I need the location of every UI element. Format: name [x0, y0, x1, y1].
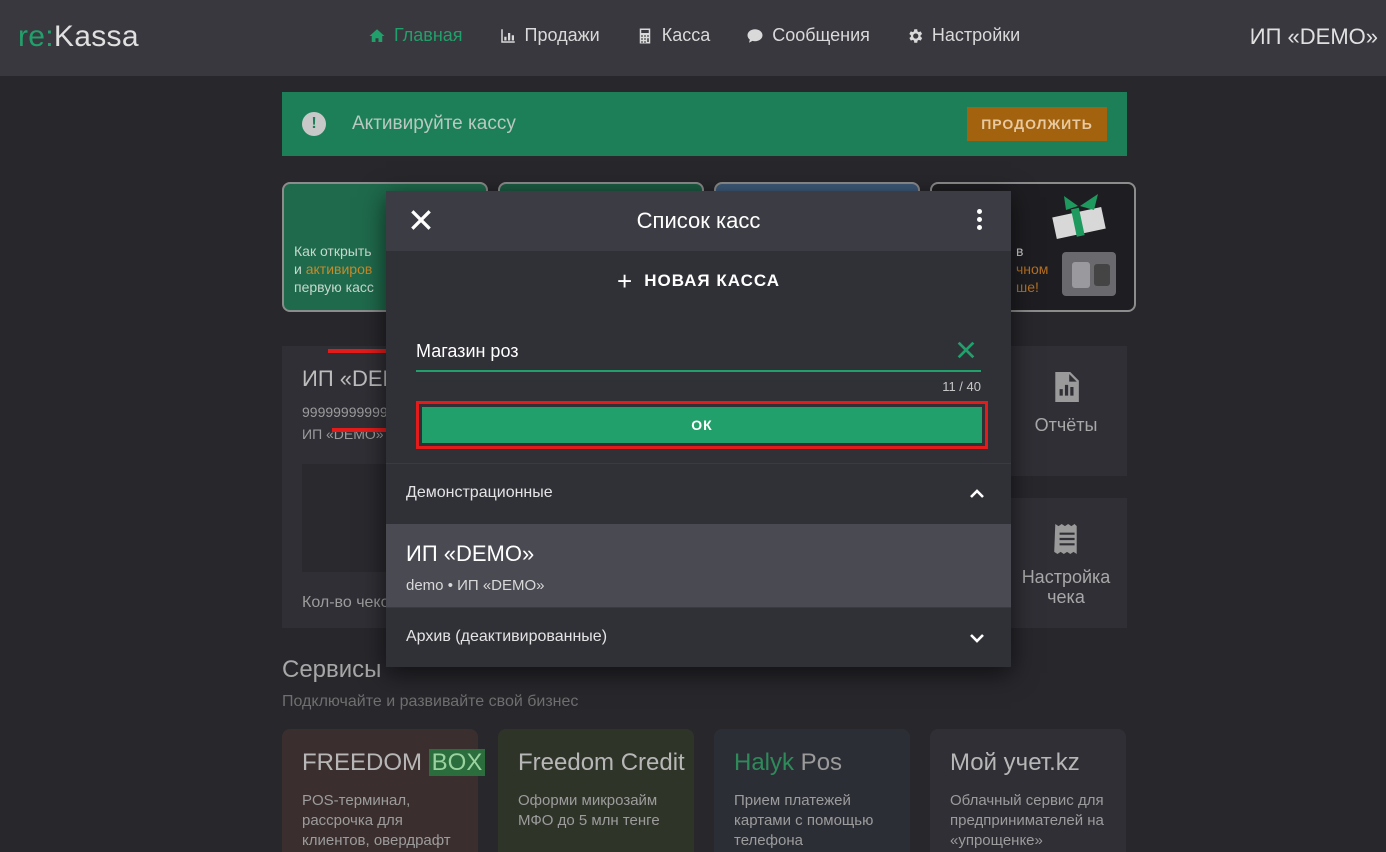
char-counter: 11 / 40: [942, 379, 981, 394]
report-document-icon: [1055, 372, 1079, 402]
plus-icon: +: [617, 266, 633, 296]
service-name: Halyk Pos: [734, 749, 843, 776]
org-id: 99999999999: [302, 404, 388, 420]
service-desc: Оформи микрозайм МФО до 5 млн тенге: [518, 792, 660, 829]
nav-item-settings[interactable]: Настройки: [906, 25, 1020, 46]
sales-chart-icon: [500, 28, 515, 43]
gear-icon: [909, 28, 923, 43]
ok-button-highlight: ОК: [416, 401, 988, 449]
services-title: Сервисы: [282, 656, 382, 683]
service-card-freedom-box[interactable]: FREEDOM BOX POS-терминал, рассрочка для …: [282, 729, 486, 852]
annotation-arrow-ok: [332, 422, 402, 438]
chevron-down-icon: [970, 634, 984, 643]
service-card-freedom-credit[interactable]: Freedom Credit Оформи микрозайм МФО до 5…: [498, 729, 694, 852]
nav-item-sales[interactable]: Продажи: [499, 25, 600, 46]
kassa-name-input[interactable]: [416, 337, 936, 365]
dialog-header: Список касс: [386, 191, 1011, 251]
service-name: Freedom Credit: [518, 749, 685, 776]
app-logo[interactable]: re:Kassa: [18, 20, 139, 54]
dialog-title: Список касс: [636, 208, 761, 233]
chat-icon: [747, 28, 763, 43]
nav-item-kassa[interactable]: Касса: [636, 25, 710, 46]
home-icon: [369, 28, 385, 42]
kassa-item-sub: demo • ИП «DEMO»: [406, 577, 545, 594]
nav-item-messages[interactable]: Сообщения: [746, 25, 870, 46]
service-name: Мой учет.kz: [950, 749, 1080, 776]
service-desc: Облачный сервис для предпринимателей на …: [950, 792, 1104, 849]
receipt-icon: [1054, 524, 1077, 554]
activation-banner: ! Активируйте кассу ПРОДОЛЖИТЬ: [282, 92, 1127, 156]
promo-card-text: Как открыть и активиров первую касс: [294, 243, 374, 295]
service-card-moi-uchet[interactable]: Мой учет.kz Облачный сервис для предприн…: [930, 729, 1126, 852]
kassa-list-item[interactable]: ИП «DEMO» demo • ИП «DEMO»: [386, 524, 1011, 607]
more-menu-icon[interactable]: [977, 209, 983, 233]
new-kassa-button[interactable]: + НОВАЯ КАССА: [386, 251, 1011, 311]
service-card-halyk-pos[interactable]: Halyk Pos Прием платежей картами с помощ…: [714, 729, 910, 852]
continue-button[interactable]: ПРОДОЛЖИТЬ: [967, 107, 1107, 141]
calculator-icon: [639, 28, 650, 43]
checks-count-label: Кол-во чеко: [302, 594, 390, 611]
reports-tile[interactable]: Отчёты: [1005, 346, 1127, 476]
account-name[interactable]: ИП «DEMO»: [1250, 24, 1378, 50]
section-archive-toggle[interactable]: Архив (деактивированные): [386, 607, 1011, 667]
banner-text: Активируйте кассу: [352, 113, 516, 134]
service-desc: POS-терминал, рассрочка для клиентов, ов…: [302, 792, 451, 849]
service-desc: Прием платежей картами с помощью телефон…: [734, 792, 874, 849]
service-name: FREEDOM BOX: [302, 749, 486, 777]
receipt-settings-tile[interactable]: Настройка чека: [1005, 498, 1127, 628]
gift-box-icon: [1052, 194, 1116, 296]
kassa-name-field: [416, 331, 981, 372]
ok-button[interactable]: ОК: [422, 407, 982, 443]
clear-icon[interactable]: [955, 339, 977, 361]
services-subtitle: Подключайте и развивайте свой бизнес: [282, 693, 579, 710]
main-nav: Главная Продажи Касса Сообщения Настройк…: [368, 25, 1020, 46]
top-navbar: re:Kassa Главная Продажи Касса Сообщения…: [0, 0, 1386, 76]
alert-icon: !: [302, 112, 326, 136]
chevron-up-icon: [970, 489, 984, 498]
nav-item-home[interactable]: Главная: [368, 25, 463, 46]
kassa-item-name: ИП «DEMO»: [406, 541, 535, 566]
kassa-list-dialog: Список касс + НОВАЯ КАССА 11 / 40 ОК Дем…: [386, 191, 1011, 667]
section-demo-toggle[interactable]: Демонстрационные: [386, 463, 1011, 523]
